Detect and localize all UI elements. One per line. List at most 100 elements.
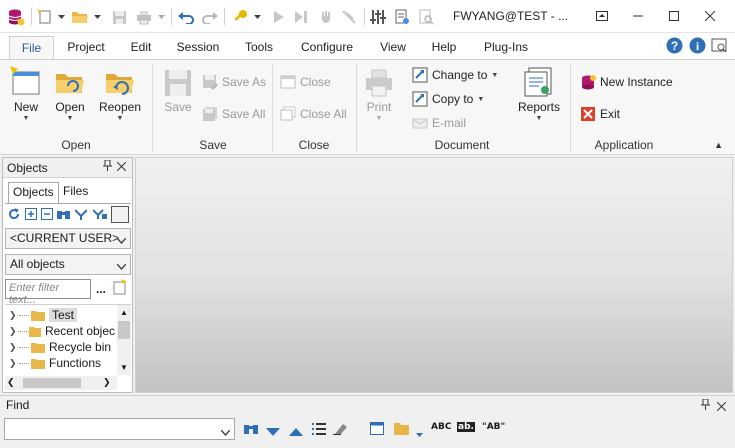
maximize-icon[interactable] xyxy=(656,0,692,32)
whole-word-button[interactable]: "AB" xyxy=(482,422,505,432)
window-scope-icon[interactable] xyxy=(370,422,384,438)
ribbon: New ▼ Open ▼ Reopen ▼ Open Save Save As … xyxy=(0,59,735,155)
save-as-button[interactable]: Save As xyxy=(202,72,266,92)
reopen-folder-icon xyxy=(106,74,134,95)
tab-view[interactable]: View xyxy=(376,38,410,59)
exit-button[interactable]: Exit xyxy=(580,104,620,124)
chevron-down-icon[interactable] xyxy=(220,425,231,439)
tab-configure[interactable]: Configure xyxy=(296,38,358,59)
expand-chevron-icon[interactable]: ❯ xyxy=(9,310,19,321)
about-window-icon[interactable] xyxy=(711,37,728,57)
collapse-all-icon[interactable] xyxy=(41,208,53,223)
find-next-icon[interactable] xyxy=(266,425,280,439)
expand-chevron-icon[interactable]: ❯ xyxy=(9,326,18,337)
save-label: Save xyxy=(164,100,192,114)
tree-horizontal-scrollbar[interactable]: ❮ ❯ xyxy=(5,376,117,390)
stop-icon[interactable] xyxy=(318,7,334,27)
tab-session[interactable]: Session xyxy=(174,38,222,59)
tree-vertical-scrollbar[interactable]: ▲ ▼ xyxy=(117,305,131,375)
new-instance-button[interactable]: New Instance xyxy=(580,72,673,92)
tab-edit[interactable]: Edit xyxy=(126,38,156,59)
restore-ribbon-icon[interactable] xyxy=(584,0,620,32)
save-button[interactable]: Save xyxy=(160,66,196,114)
report-icon[interactable] xyxy=(393,7,411,27)
expand-chevron-icon[interactable]: ❯ xyxy=(9,358,19,369)
info-icon[interactable]: i xyxy=(689,37,706,57)
find-input[interactable] xyxy=(4,418,235,440)
find-object-icon[interactable] xyxy=(417,7,435,27)
tree-item-label: Recent objects xyxy=(44,324,115,338)
run-icon[interactable] xyxy=(272,7,286,27)
expand-chevron-icon[interactable]: ❯ xyxy=(9,342,19,353)
key-icon[interactable] xyxy=(231,7,249,27)
open-button[interactable]: Open ▼ xyxy=(52,66,88,122)
step-icon[interactable] xyxy=(294,7,308,27)
regex-button[interactable]: ab. xyxy=(457,422,475,432)
tree-item-recycle-bin[interactable]: ❯ Recycle bin xyxy=(5,339,115,355)
tab-help[interactable]: Help xyxy=(428,38,460,59)
reopen-button[interactable]: Reopen ▼ xyxy=(98,66,142,122)
save-all-label: Save All xyxy=(222,107,266,121)
tree-item-recent-objects[interactable]: ❯ Recent objects xyxy=(5,323,115,339)
clear-highlight-icon[interactable] xyxy=(333,422,348,438)
user-select[interactable]: <CURRENT USER> xyxy=(5,228,131,249)
close-button[interactable]: Close xyxy=(280,72,331,92)
copy-to-button[interactable]: Copy to ▼ xyxy=(412,89,484,109)
open-label: Open xyxy=(55,100,85,114)
close-icon[interactable] xyxy=(692,0,728,32)
filter-options-icon[interactable] xyxy=(92,208,107,223)
tab-project[interactable]: Project xyxy=(62,38,110,59)
pin-icon[interactable] xyxy=(701,398,710,413)
print-dropdown-chevron-icon[interactable] xyxy=(156,7,166,27)
pin-icon[interactable] xyxy=(103,159,112,174)
binoculars-icon[interactable] xyxy=(57,208,70,223)
tree-item-test[interactable]: ❯ Test xyxy=(5,307,115,323)
new-filter-icon[interactable] xyxy=(113,279,127,298)
print-icon[interactable] xyxy=(134,7,154,27)
undo-icon[interactable] xyxy=(177,7,195,27)
find-list-icon[interactable] xyxy=(312,422,326,438)
filter-more-button[interactable]: ... xyxy=(96,282,106,296)
application-group-label: Application xyxy=(594,138,654,152)
expand-all-icon[interactable] xyxy=(25,208,37,223)
refresh-icon[interactable] xyxy=(8,208,20,223)
folder-scope-icon[interactable] xyxy=(394,422,409,438)
find-previous-icon[interactable] xyxy=(289,425,303,439)
tab-objects[interactable]: Objects xyxy=(8,182,59,204)
close-all-button[interactable]: Close All xyxy=(280,104,347,124)
new-dropdown-chevron-icon[interactable] xyxy=(56,7,66,27)
object-type-select[interactable]: All objects xyxy=(5,254,131,275)
minimize-icon[interactable] xyxy=(620,0,656,32)
tab-plug-ins[interactable]: Plug-Ins xyxy=(480,38,532,59)
tab-file[interactable]: File xyxy=(9,36,54,60)
scope-dropdown-chevron-icon[interactable] xyxy=(416,426,423,440)
tab-files[interactable]: Files xyxy=(59,182,92,203)
key-dropdown-chevron-icon[interactable] xyxy=(252,7,262,27)
filter-icon[interactable] xyxy=(74,208,88,223)
copy-to-label: Copy to xyxy=(432,92,474,106)
app-database-icon[interactable] xyxy=(6,7,26,27)
close-panel-icon[interactable] xyxy=(716,400,727,414)
close-panel-icon[interactable] xyxy=(116,160,127,174)
print-button[interactable]: Print ▼ xyxy=(362,68,396,122)
save-all-button[interactable]: Save All xyxy=(202,104,265,124)
open-folder-icon[interactable] xyxy=(70,7,90,27)
change-to-button[interactable]: Change to ▼ xyxy=(412,65,498,85)
new-file-icon[interactable] xyxy=(36,7,54,27)
new-button[interactable]: New ▼ xyxy=(8,66,44,122)
color-swatch-icon[interactable] xyxy=(111,206,129,226)
filter-input[interactable]: Enter filter text... xyxy=(5,279,91,306)
save-icon[interactable] xyxy=(110,7,128,27)
redo-icon[interactable] xyxy=(201,7,219,27)
email-button[interactable]: E-mail xyxy=(412,113,466,133)
tab-tools[interactable]: Tools xyxy=(240,38,278,59)
collapse-ribbon-icon[interactable]: ▲ xyxy=(714,140,723,150)
help-icon[interactable]: ? xyxy=(666,37,683,57)
break-icon[interactable] xyxy=(341,7,357,27)
reports-button[interactable]: Reports ▼ xyxy=(516,66,562,122)
tree-item-functions[interactable]: ❯ Functions xyxy=(5,355,115,371)
open-dropdown-chevron-icon[interactable] xyxy=(92,7,102,27)
match-case-button[interactable]: ABC xyxy=(431,422,451,432)
compile-icon[interactable] xyxy=(369,7,387,27)
binoculars-icon[interactable] xyxy=(244,422,258,438)
